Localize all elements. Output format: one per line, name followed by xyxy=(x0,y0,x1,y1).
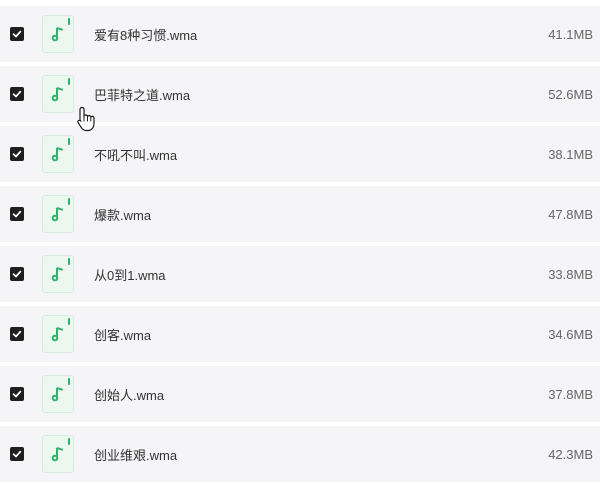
file-list: 爱有8种习惯.wma 41.1MB 巴菲特之道.wma 52.6MB 不吼不叫.… xyxy=(0,0,600,488)
file-checkbox[interactable] xyxy=(10,27,24,41)
file-row[interactable]: 巴菲特之道.wma 52.6MB xyxy=(0,66,600,122)
file-size: 33.8MB xyxy=(548,266,593,282)
file-name: 巴菲特之道.wma xyxy=(94,87,191,103)
file-row[interactable]: 创客.wma 34.6MB xyxy=(0,306,600,362)
file-name: 爱有8种习惯.wma xyxy=(94,27,198,43)
file-name: 创业维艰.wma xyxy=(94,447,178,463)
music-file-icon xyxy=(42,135,74,173)
file-row[interactable]: 爆款.wma 47.8MB xyxy=(0,186,600,242)
music-note-icon xyxy=(51,267,63,282)
file-size: 38.1MB xyxy=(548,146,593,162)
file-row[interactable]: 从0到1.wma 33.8MB xyxy=(0,246,600,302)
music-note-icon xyxy=(51,27,63,42)
music-file-icon xyxy=(42,315,74,353)
checkmark-icon xyxy=(12,90,22,98)
file-checkbox[interactable] xyxy=(10,147,24,161)
music-note-icon xyxy=(51,147,63,162)
file-checkbox[interactable] xyxy=(10,267,24,281)
file-size: 34.6MB xyxy=(548,326,593,342)
file-name: 从0到1.wma xyxy=(94,267,166,283)
file-size: 37.8MB xyxy=(548,386,593,402)
music-file-icon xyxy=(42,255,74,293)
file-size: 52.6MB xyxy=(548,86,593,102)
music-note-icon xyxy=(51,447,63,462)
file-row[interactable]: 创始人.wma 37.8MB xyxy=(0,366,600,422)
music-note-icon xyxy=(51,327,63,342)
file-name: 爆款.wma xyxy=(94,207,152,223)
music-note-icon xyxy=(51,387,63,402)
music-file-icon xyxy=(42,75,74,113)
checkmark-icon xyxy=(12,150,22,158)
music-file-icon xyxy=(42,15,74,53)
file-checkbox[interactable] xyxy=(10,87,24,101)
file-checkbox[interactable] xyxy=(10,207,24,221)
music-file-icon xyxy=(42,375,74,413)
file-name: 创始人.wma xyxy=(94,387,165,403)
checkmark-icon xyxy=(12,210,22,218)
music-file-icon xyxy=(42,435,74,473)
checkmark-icon xyxy=(12,30,22,38)
file-checkbox[interactable] xyxy=(10,327,24,341)
checkmark-icon xyxy=(12,450,22,458)
music-file-icon xyxy=(42,195,74,233)
music-note-icon xyxy=(51,87,63,102)
file-name: 创客.wma xyxy=(94,327,152,343)
file-checkbox[interactable] xyxy=(10,447,24,461)
music-note-icon xyxy=(51,207,63,222)
file-size: 41.1MB xyxy=(548,26,593,42)
checkmark-icon xyxy=(12,330,22,338)
checkmark-icon xyxy=(12,270,22,278)
file-row[interactable]: 创业维艰.wma 42.3MB xyxy=(0,426,600,482)
file-checkbox[interactable] xyxy=(10,387,24,401)
file-row[interactable]: 不吼不叫.wma 38.1MB xyxy=(0,126,600,182)
file-size: 47.8MB xyxy=(548,206,593,222)
file-size: 42.3MB xyxy=(548,446,593,462)
file-row[interactable]: 爱有8种习惯.wma 41.1MB xyxy=(0,6,600,62)
file-name: 不吼不叫.wma xyxy=(94,147,178,163)
checkmark-icon xyxy=(12,390,22,398)
